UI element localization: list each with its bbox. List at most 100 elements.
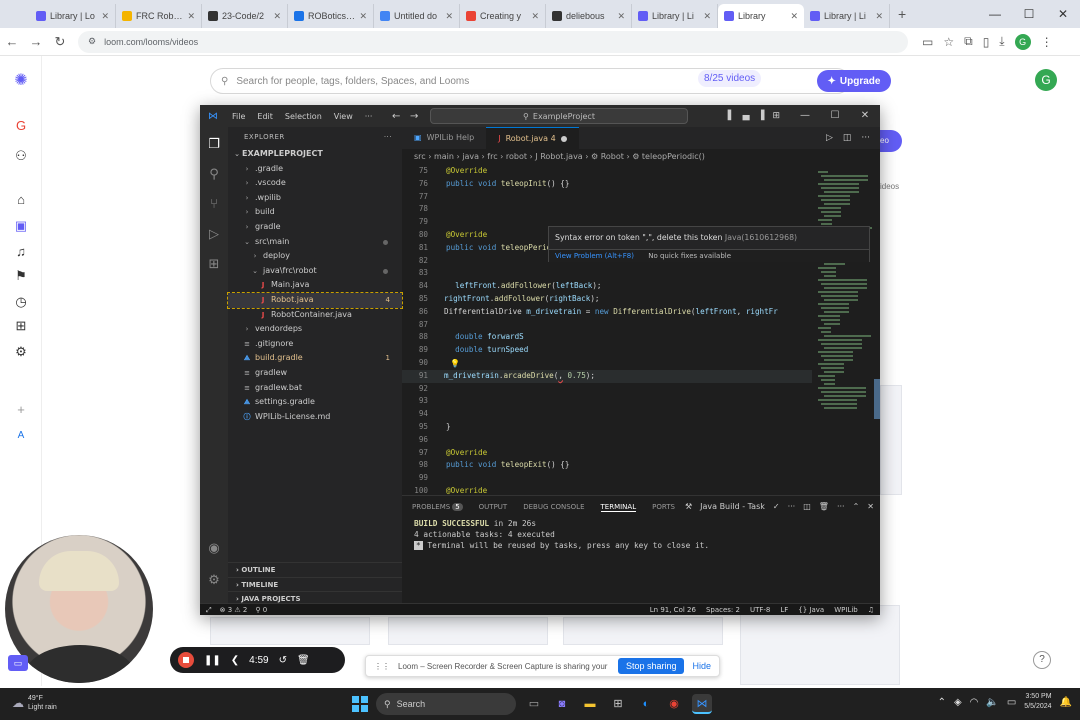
settings-icon[interactable]: ⚙ (12, 344, 30, 360)
cast-icon[interactable]: ▭ (922, 35, 933, 49)
side-panel-icon[interactable]: ▯ (983, 35, 990, 49)
windows-start-icon[interactable] (352, 696, 368, 712)
code-line[interactable]: 87 (402, 319, 812, 332)
code-line[interactable]: 93 (402, 395, 812, 408)
back-icon[interactable]: ← (0, 34, 24, 49)
browser-tab[interactable]: 23-Code/2 ✕ (202, 4, 288, 28)
browser-tab[interactable]: Library | Li ✕ (804, 4, 890, 28)
workspace-icon[interactable]: G (12, 118, 30, 133)
extensions-icon[interactable]: ⧉ (964, 34, 973, 49)
address-bar[interactable]: ⚙ loom.com/looms/videos (78, 30, 908, 53)
code-line[interactable]: 85 rightFront.addFollower(rightBack); (402, 293, 812, 306)
weather-widget[interactable]: ☁ 49°F Light rain (12, 694, 57, 712)
maximize-panel-icon[interactable]: ⌃ (853, 496, 860, 518)
tree-item[interactable]: ≡ .gitignore (228, 337, 402, 352)
trash-icon[interactable]: 🗑 (819, 496, 829, 518)
browser-tab[interactable]: Library | Li ✕ (632, 4, 718, 28)
close-icon[interactable]: ✕ (1046, 0, 1080, 28)
indentation-status[interactable]: Spaces: 2 (706, 604, 740, 615)
code-line[interactable]: 92 (402, 383, 812, 396)
tab-close-icon[interactable]: ✕ (101, 11, 109, 22)
menu-item[interactable]: Selection (279, 112, 328, 121)
notifications-icon[interactable]: ♫ (12, 244, 30, 259)
stop-sharing-button[interactable]: Stop sharing (617, 658, 685, 674)
notifications-icon[interactable]: ♫ (868, 604, 874, 615)
tab-close-icon[interactable]: ✕ (875, 11, 883, 22)
more-menu-icon[interactable]: ⋮ (1041, 35, 1053, 49)
maximize-icon[interactable]: ☐ (820, 105, 850, 127)
encoding-status[interactable]: UTF-8 (750, 604, 770, 615)
more-icon[interactable]: ··· (788, 496, 796, 518)
help-icon[interactable]: ? (1033, 651, 1051, 669)
tree-item[interactable]: J RobotContainer.java (228, 308, 402, 323)
tree-item[interactable]: › .wpilib (228, 191, 402, 206)
tree-item[interactable]: ≡ gradlew (228, 366, 402, 381)
code-line[interactable]: 86 DifferentialDrive m_drivetrain = new D… (402, 306, 812, 319)
breadcrumb[interactable]: src › main › java › frc › robot › J Robo… (402, 149, 880, 165)
tree-item[interactable]: ⌄ src\main (228, 235, 402, 250)
tab-close-icon[interactable]: ✕ (187, 11, 195, 22)
close-icon[interactable]: ✕ (850, 105, 880, 127)
minimize-icon[interactable]: — (978, 0, 1012, 28)
more-actions-icon[interactable]: ··· (861, 127, 870, 149)
eol-status[interactable]: LF (780, 604, 788, 615)
close-panel-icon[interactable]: ✕ (867, 496, 874, 518)
editor-tab[interactable]: ▣ WPILib Help (402, 127, 486, 149)
split-editor-icon[interactable]: ◫ (843, 127, 852, 149)
tree-item[interactable]: J Main.java (228, 278, 402, 293)
tab-close-icon[interactable]: ✕ (531, 11, 539, 22)
tree-item[interactable]: ⟁ build.gradle 1 (228, 351, 402, 366)
menu-item[interactable]: File (226, 112, 251, 121)
tab-close-icon[interactable]: ✕ (790, 11, 798, 22)
reload-icon[interactable]: ↻ (48, 34, 72, 50)
browser-tab[interactable]: ROBotics Cr ✕ (288, 4, 374, 28)
nav-back-icon[interactable]: ← (392, 111, 400, 122)
video-thumbnail[interactable] (210, 617, 370, 645)
editor-tab[interactable]: J Robot.java 4 (486, 127, 579, 149)
tab-close-icon[interactable]: ✕ (617, 11, 625, 22)
camera-toggle-icon[interactable]: ▭ (8, 655, 28, 671)
account-icon[interactable]: ◉ (206, 541, 222, 556)
restart-icon[interactable]: ↺ (279, 655, 287, 666)
tree-item[interactable]: › .vscode (228, 176, 402, 191)
volume-icon[interactable]: 🔈 (986, 697, 998, 708)
code-line[interactable]: 91 m_drivetrain.arcadeDrive(, 0.75); (402, 369, 812, 383)
language-mode[interactable]: {} Java (798, 604, 824, 615)
browser-tab[interactable]: Library ✕ (718, 4, 804, 28)
tree-item[interactable]: ⓘ WPILib-License.md (228, 410, 402, 425)
explorer-section[interactable]: › TIMELINE (228, 576, 402, 592)
code-line[interactable]: 100 @Override (402, 485, 812, 495)
pause-icon[interactable]: ❚❚ (204, 655, 221, 666)
edge-icon[interactable]: ◐ (636, 694, 656, 714)
code-line[interactable]: 75 @Override (402, 165, 812, 178)
tab-close-icon[interactable]: ✕ (359, 11, 367, 22)
panel-tab[interactable]: DEBUG CONSOLE (523, 503, 584, 511)
discard-icon[interactable]: 🗑 (297, 655, 310, 666)
tree-item[interactable]: › gradle (228, 220, 402, 235)
code-line[interactable]: 95} (402, 421, 812, 434)
more-actions-icon[interactable]: ··· (837, 496, 845, 518)
home-icon[interactable]: ⌂ (12, 192, 30, 207)
wifi-icon[interactable]: ◠ (970, 697, 979, 708)
task-label[interactable]: Java Build - Task (700, 496, 765, 518)
hide-button[interactable]: Hide (692, 661, 719, 671)
add-space-icon[interactable]: + (12, 402, 30, 417)
gift-icon[interactable]: ⊞ (12, 318, 30, 334)
taskbar-search[interactable]: ⚲ Search (376, 693, 516, 715)
profile-avatar[interactable]: G (1014, 33, 1031, 50)
new-tab-button[interactable]: + (898, 6, 906, 22)
tab-close-icon[interactable]: ✕ (273, 11, 281, 22)
code-line[interactable]: 84 leftFront.addFollower(leftBack); (402, 280, 812, 293)
remote-icon[interactable]: ⤢ (206, 604, 212, 615)
space-a-icon[interactable]: A (12, 430, 30, 441)
video-thumbnail[interactable] (563, 617, 723, 645)
code-line[interactable]: 97 @Override (402, 447, 812, 460)
run-icon[interactable]: ▷ (826, 127, 833, 149)
tab-close-icon[interactable]: ✕ (445, 11, 453, 22)
menu-item[interactable]: Edit (251, 112, 279, 121)
tree-item[interactable]: ≡ gradlew.bat (228, 381, 402, 396)
code-line[interactable]: 99 (402, 472, 812, 485)
tree-item[interactable]: ⌄ java\frc\robot (228, 264, 402, 279)
code-line[interactable]: 88 double forwardS (402, 331, 812, 344)
nav-forward-icon[interactable]: → (410, 111, 418, 122)
